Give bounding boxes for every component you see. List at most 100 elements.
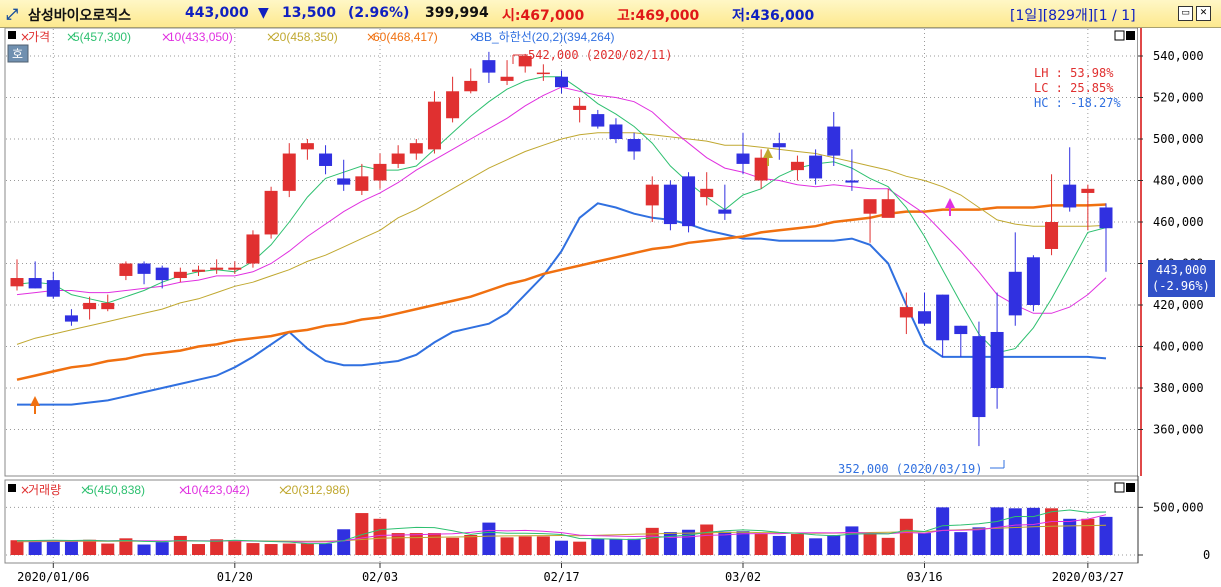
x-tick-label: 01/20 bbox=[217, 570, 253, 584]
volume-bar bbox=[645, 527, 659, 555]
vol-tick-label: 0 bbox=[1203, 548, 1210, 562]
volume-bar bbox=[355, 513, 369, 555]
legend-ma10: 10(433,050) bbox=[168, 30, 233, 44]
stock-chart[interactable]: 540,000520,000500,000480,000460,000440,0… bbox=[0, 28, 1221, 587]
price-change-pct: (2.96%) bbox=[348, 5, 410, 21]
candle-body bbox=[409, 143, 423, 154]
volume-bar bbox=[337, 529, 351, 555]
legend-ma20: 20(458,350) bbox=[273, 30, 338, 44]
min-annotation: 352,000 (2020/03/19) bbox=[838, 462, 983, 476]
candle-body bbox=[591, 114, 605, 127]
candle-body bbox=[863, 199, 877, 214]
volume-bar bbox=[573, 541, 587, 555]
volume-bar bbox=[845, 526, 859, 555]
panel-icon[interactable] bbox=[8, 31, 16, 39]
legend-ma5: 5(457,300) bbox=[73, 30, 131, 44]
price-legend: × 가격 × 5(457,300) × 10(433,050) × 20(458… bbox=[8, 30, 615, 44]
volume-bar bbox=[863, 533, 877, 555]
price-change: 13,500 bbox=[282, 5, 337, 21]
current-price: 443,000 bbox=[185, 5, 249, 21]
legend-vol-ma5: 5(450,838) bbox=[87, 483, 145, 497]
volume-bar bbox=[591, 538, 605, 555]
stock-name: 삼성바이오로직스 bbox=[28, 8, 132, 24]
x-tick-label: 02/03 bbox=[362, 570, 398, 584]
price-panel-close-icon[interactable] bbox=[1126, 31, 1135, 40]
candle-body bbox=[827, 126, 841, 156]
candle-body bbox=[46, 280, 60, 297]
candle-body bbox=[101, 302, 115, 310]
volume-bar bbox=[173, 535, 187, 555]
price-panel-maximize-icon[interactable] bbox=[1114, 30, 1125, 41]
candle-body bbox=[790, 161, 804, 171]
chart-type-icon[interactable]: ⤢ bbox=[6, 5, 18, 23]
volume-bar bbox=[954, 532, 968, 555]
candle-body bbox=[10, 278, 24, 287]
volume-panel-icon[interactable] bbox=[8, 484, 16, 492]
candle-body bbox=[373, 163, 387, 181]
candle-body bbox=[155, 267, 169, 281]
volume-bar bbox=[972, 527, 986, 555]
candle-body bbox=[83, 302, 97, 310]
volume-value: 399,994 bbox=[425, 5, 489, 21]
volume-bar bbox=[1008, 508, 1022, 555]
y-tick-label: 460,000 bbox=[1153, 215, 1204, 229]
y-tick-label: 420,000 bbox=[1153, 298, 1204, 312]
candle-body bbox=[718, 209, 732, 214]
volume-legend: × 거래량 × 5(450,838) × 10(423,042) × 20(31… bbox=[8, 483, 350, 497]
candle-body bbox=[1026, 257, 1040, 305]
volume-bar bbox=[446, 537, 460, 555]
candle-body bbox=[536, 72, 550, 75]
candle-body bbox=[663, 184, 677, 225]
volume-bar bbox=[827, 534, 841, 555]
candle-body bbox=[1099, 207, 1113, 229]
candle-body bbox=[645, 184, 659, 206]
volume-bar bbox=[373, 518, 387, 555]
volume-bar bbox=[228, 540, 242, 555]
y-tick-label: 380,000 bbox=[1153, 381, 1204, 395]
volume-bar bbox=[246, 543, 260, 555]
low-price: 저:436,000 bbox=[732, 8, 815, 24]
candle-body bbox=[972, 336, 986, 418]
volume-bar bbox=[700, 524, 714, 555]
current-change-label: (-2.96%) bbox=[1152, 279, 1210, 293]
volume-bar bbox=[555, 540, 568, 555]
open-price: 시:467,000 bbox=[502, 8, 585, 24]
candle-body bbox=[246, 234, 260, 264]
period-info[interactable]: [1일][829개][1 / 1] bbox=[1010, 5, 1136, 25]
volume-bar bbox=[500, 537, 514, 555]
volume-bar bbox=[1045, 508, 1059, 555]
volume-bar bbox=[663, 532, 677, 555]
restore-icon[interactable]: ▭ bbox=[1178, 6, 1193, 21]
x-tick-label: 03/16 bbox=[906, 570, 942, 584]
candle-body bbox=[1008, 271, 1022, 316]
candle-body bbox=[264, 190, 278, 235]
close-icon[interactable]: ✕ bbox=[1196, 6, 1211, 21]
legend-vol-ma20: 20(312,986) bbox=[285, 483, 350, 497]
volume-bar bbox=[1099, 516, 1113, 555]
candle-body bbox=[754, 157, 768, 181]
legend-price: 가격 bbox=[28, 30, 50, 44]
candle-body bbox=[845, 180, 859, 183]
volume-bar bbox=[264, 544, 278, 555]
volume-bar bbox=[609, 539, 623, 555]
volume-bar bbox=[319, 543, 333, 555]
volume-bar bbox=[881, 537, 895, 555]
volume-panel-close-icon[interactable] bbox=[1126, 483, 1135, 492]
stat-lc: LC : 25.85% bbox=[1034, 81, 1114, 95]
volume-panel-maximize-icon[interactable] bbox=[1114, 482, 1125, 493]
volume-bar bbox=[627, 538, 641, 555]
candle-body bbox=[954, 325, 968, 335]
y-tick-label: 480,000 bbox=[1153, 174, 1204, 188]
volume-bar bbox=[736, 531, 750, 555]
volume-bar bbox=[28, 540, 42, 555]
candle-body bbox=[700, 188, 714, 198]
candle-body bbox=[1081, 188, 1095, 193]
volume-bar bbox=[409, 533, 423, 555]
volume-bar bbox=[754, 534, 768, 555]
candle-body bbox=[500, 76, 514, 81]
max-annotation: 542,000 (2020/02/11) bbox=[528, 48, 673, 62]
candle-body bbox=[391, 153, 405, 164]
price-panel bbox=[4, 28, 1139, 477]
candle-body bbox=[319, 153, 333, 166]
volume-bar bbox=[192, 544, 205, 555]
